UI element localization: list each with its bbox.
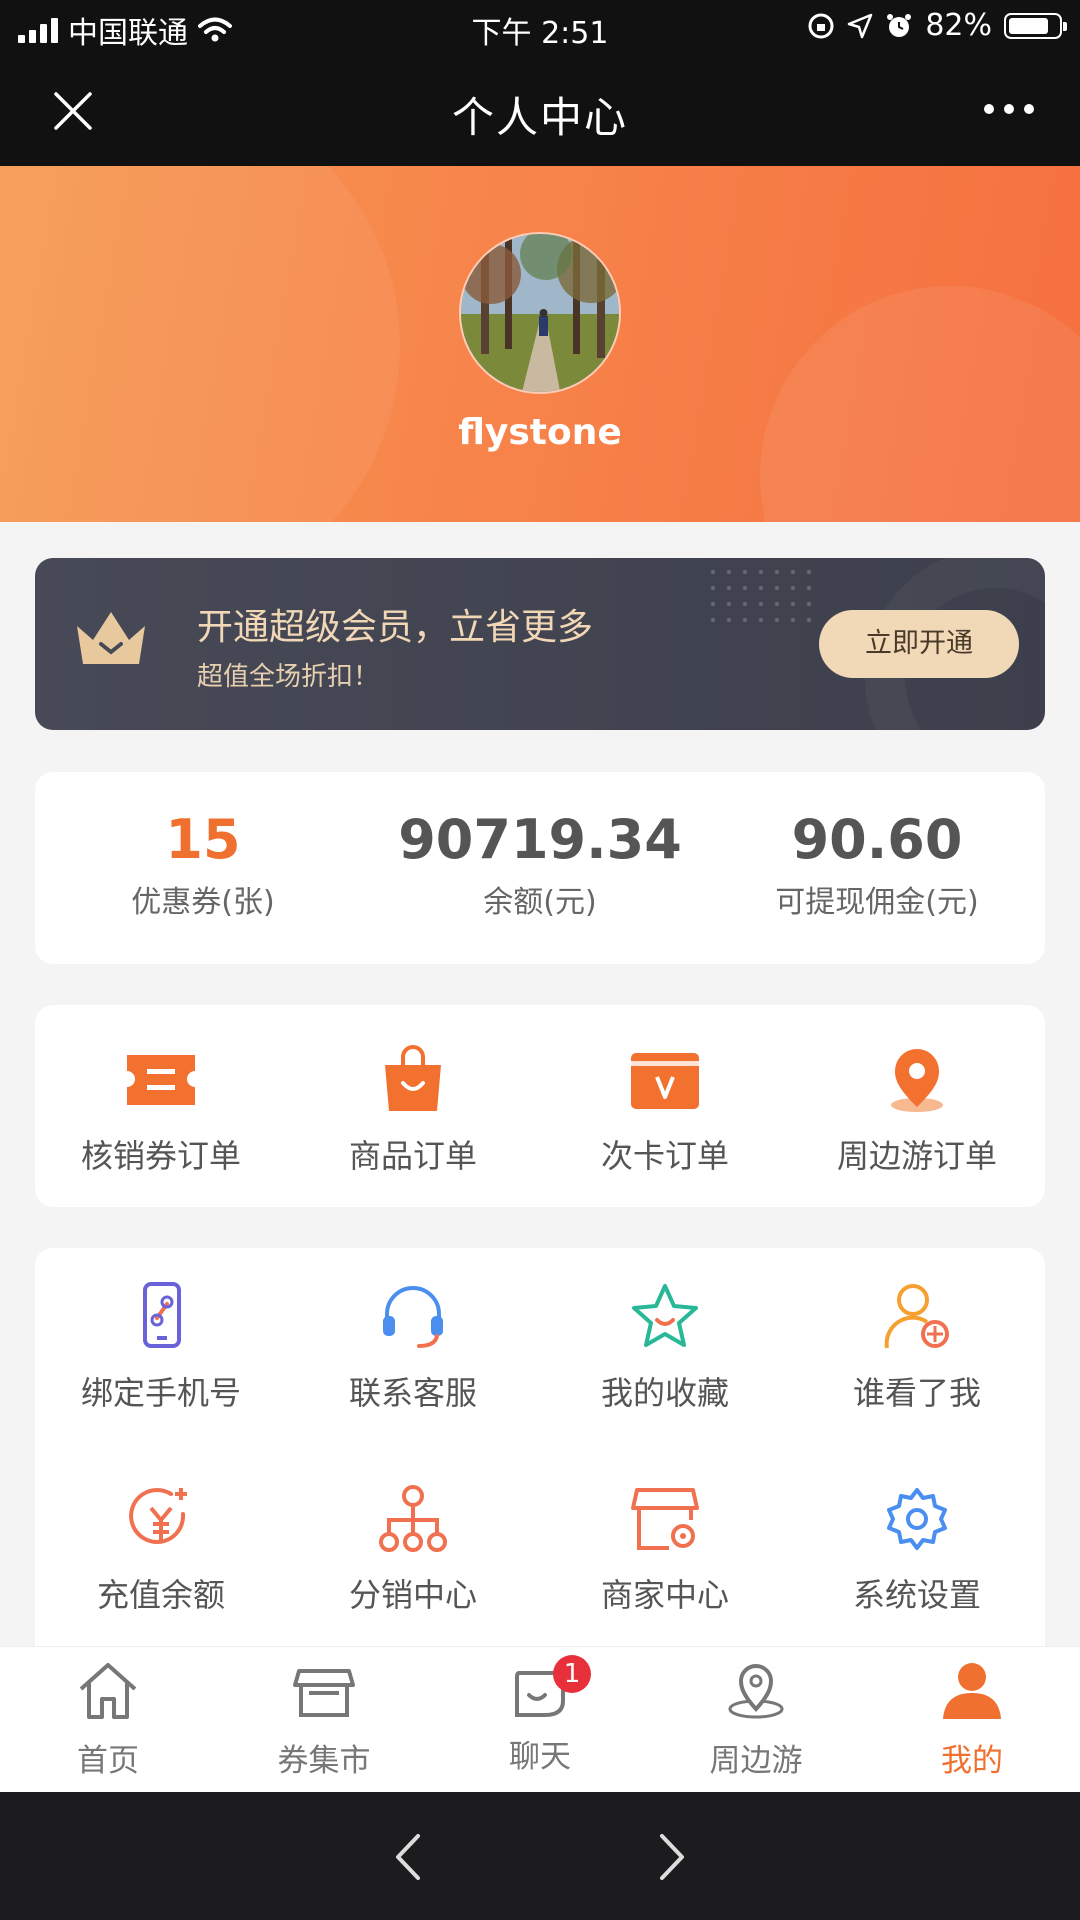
vip-subtitle: 超值全场折扣！ bbox=[197, 662, 380, 692]
org-chart-icon bbox=[379, 1485, 447, 1552]
market-icon bbox=[293, 1669, 355, 1717]
order-item-ticket[interactable]: 核销券订单 bbox=[35, 1045, 287, 1177]
tab-label: 我的 bbox=[941, 1743, 1003, 1779]
profile-banner: flystone bbox=[0, 166, 1080, 522]
service-label: 联系客服 bbox=[348, 1374, 477, 1412]
commission-label: 可提现佣金(元) bbox=[775, 885, 979, 920]
tab-mine[interactable]: 我的 bbox=[864, 1659, 1080, 1780]
ticket-icon bbox=[127, 1055, 195, 1105]
services-card: 绑定手机号 联系客服 我的收藏 谁看了我 充值余额 分销中心 商家中心 系统设置 bbox=[35, 1248, 1045, 1668]
coupon-count: 15 bbox=[165, 808, 241, 871]
order-item-card[interactable]: 次卡订单 bbox=[539, 1045, 791, 1177]
service-label: 绑定手机号 bbox=[80, 1374, 241, 1412]
phone-link-icon bbox=[143, 1282, 181, 1348]
order-label: 核销券订单 bbox=[80, 1137, 241, 1175]
order-label: 次卡订单 bbox=[600, 1137, 729, 1175]
status-bar: 中国联通 下午 2:51 82% bbox=[0, 0, 1080, 56]
battery-icon bbox=[1004, 12, 1067, 39]
gear-icon bbox=[887, 1488, 947, 1550]
tab-home[interactable]: 首页 bbox=[0, 1659, 216, 1780]
battery-percent: 82% bbox=[925, 8, 992, 43]
tab-chat[interactable]: 1 聊天 bbox=[432, 1655, 648, 1776]
service-label: 系统设置 bbox=[852, 1576, 981, 1614]
tab-label: 聊天 bbox=[509, 1739, 571, 1775]
card-icon bbox=[631, 1053, 699, 1109]
coupon-label: 优惠券(张) bbox=[131, 885, 275, 920]
star-icon bbox=[632, 1284, 698, 1347]
service-item-bind-phone[interactable]: 绑定手机号 bbox=[35, 1282, 287, 1414]
commission-value: 90.60 bbox=[791, 808, 963, 871]
vip-activate-button[interactable]: 立即开通 bbox=[819, 610, 1019, 678]
vip-title: 开通超级会员，立省更多 bbox=[197, 607, 594, 648]
service-label: 谁看了我 bbox=[852, 1374, 981, 1412]
browser-nav-bar bbox=[0, 1792, 1080, 1920]
tab-market[interactable]: 券集市 bbox=[216, 1659, 432, 1780]
tab-label: 券集市 bbox=[277, 1743, 371, 1779]
stats-card: 15 优惠券(张) 90719.34 余额(元) 90.60 可提现佣金(元) bbox=[35, 772, 1045, 964]
more-icon[interactable] bbox=[984, 104, 1034, 114]
tab-label: 周边游 bbox=[709, 1743, 803, 1779]
service-item-settings[interactable]: 系统设置 bbox=[791, 1484, 1043, 1616]
service-item-visitors[interactable]: 谁看了我 bbox=[791, 1282, 1043, 1414]
balance-label: 余额(元) bbox=[483, 885, 597, 920]
title-bar: 个人中心 bbox=[0, 56, 1080, 166]
user-view-icon bbox=[884, 1284, 949, 1349]
service-label: 我的收藏 bbox=[600, 1374, 729, 1412]
order-item-goods[interactable]: 商品订单 bbox=[287, 1045, 539, 1177]
location-arrow-icon bbox=[848, 13, 873, 38]
service-item-merchant[interactable]: 商家中心 bbox=[539, 1484, 791, 1616]
page-title: 个人中心 bbox=[451, 93, 628, 142]
username: flystone bbox=[458, 412, 622, 453]
orders-card: 核销券订单 商品订单 次卡订单 周边游订单 bbox=[35, 1005, 1045, 1207]
home-icon bbox=[79, 1663, 137, 1719]
map-pin-icon bbox=[728, 1664, 784, 1719]
balance-value: 90719.34 bbox=[398, 808, 682, 871]
service-label: 充值余额 bbox=[96, 1576, 225, 1614]
order-label: 商品订单 bbox=[348, 1137, 477, 1175]
rotation-lock-icon bbox=[808, 13, 834, 38]
bottom-tab-bar: 首页 券集市 1 聊天 周边游 我的 bbox=[0, 1646, 1080, 1792]
tab-nearby[interactable]: 周边游 bbox=[648, 1659, 864, 1780]
alarm-icon bbox=[887, 13, 912, 37]
order-item-travel[interactable]: 周边游订单 bbox=[791, 1045, 1043, 1177]
headset-icon bbox=[383, 1286, 443, 1348]
forward-arrow-icon[interactable] bbox=[646, 1830, 696, 1884]
service-item-distribution[interactable]: 分销中心 bbox=[287, 1484, 539, 1616]
commission-stat[interactable]: 90.60 可提现佣金(元) bbox=[709, 808, 1045, 921]
crown-icon bbox=[77, 612, 145, 664]
location-pin-icon bbox=[891, 1049, 943, 1112]
service-item-favorites[interactable]: 我的收藏 bbox=[539, 1282, 791, 1414]
service-item-recharge[interactable]: 充值余额 bbox=[35, 1484, 287, 1616]
back-arrow-icon[interactable] bbox=[384, 1830, 434, 1884]
store-settings-icon bbox=[631, 1488, 699, 1550]
chat-badge: 1 bbox=[553, 1655, 591, 1693]
recharge-icon bbox=[129, 1488, 187, 1544]
avatar[interactable] bbox=[459, 232, 621, 394]
service-label: 分销中心 bbox=[348, 1576, 477, 1614]
profile-icon bbox=[943, 1663, 1001, 1719]
vip-banner[interactable]: 开通超级会员，立省更多 超值全场折扣！ 立即开通 bbox=[35, 558, 1045, 730]
tab-label: 首页 bbox=[77, 1743, 139, 1779]
service-label: 商家中心 bbox=[600, 1576, 729, 1614]
coupon-stat[interactable]: 15 优惠券(张) bbox=[35, 808, 371, 921]
balance-stat[interactable]: 90719.34 余额(元) bbox=[372, 808, 708, 921]
service-item-support[interactable]: 联系客服 bbox=[287, 1282, 539, 1414]
shopping-bag-icon bbox=[385, 1045, 441, 1111]
order-label: 周边游订单 bbox=[836, 1137, 997, 1175]
